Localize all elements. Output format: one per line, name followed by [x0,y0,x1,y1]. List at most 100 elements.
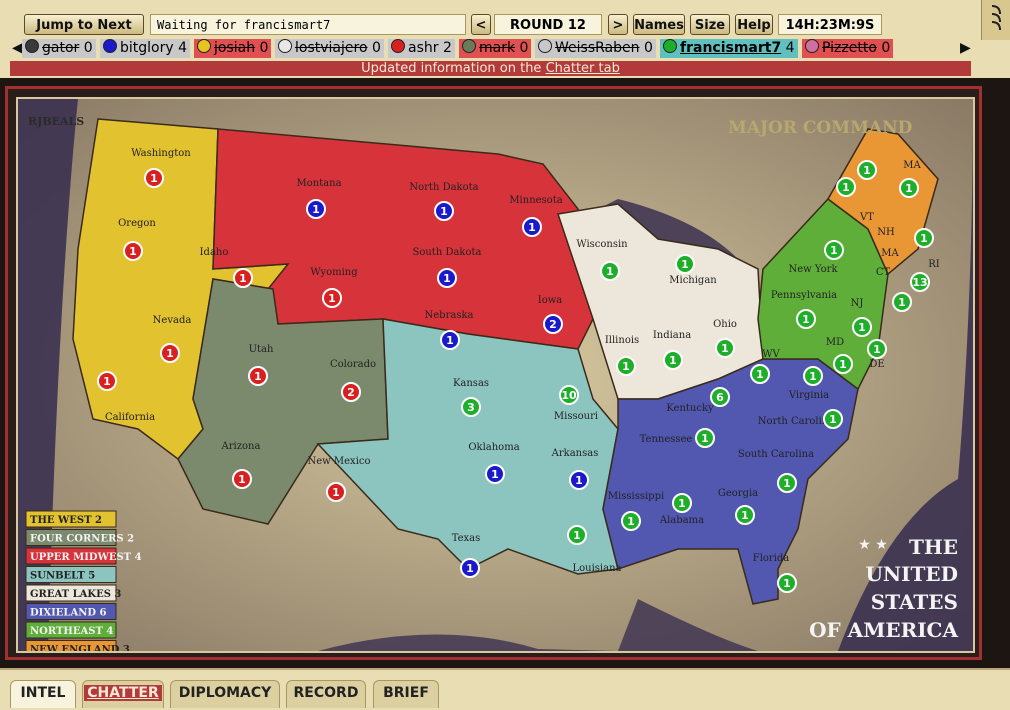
army-marker-ma[interactable]: 1 [899,178,919,198]
army-marker-kentucky[interactable]: 6 [710,387,730,407]
player-lostviajero[interactable]: lostviajero 0 [275,39,384,58]
army-marker-california[interactable]: 1 [97,371,117,391]
army-count: 1 [783,577,791,590]
army-marker-de[interactable]: 1 [867,339,887,359]
player-josiah[interactable]: josiah 0 [194,39,272,58]
army-marker-wv[interactable]: 1 [750,364,770,384]
scroll-players-right-icon[interactable]: ▶ [960,40,971,56]
army-marker-vt[interactable]: 1 [836,177,856,197]
legend-label: NEW ENGLAND 3 [30,645,130,652]
army-marker-texas[interactable]: 1 [460,558,480,578]
tab-diplomacy[interactable]: DIPLOMACY [170,680,280,708]
player-name: francismart7 [680,40,782,56]
army-marker-virginia[interactable]: 1 [803,366,823,386]
army-marker-north-dakota[interactable]: 1 [434,201,454,221]
army-marker-new-mexico[interactable]: 1 [326,482,346,502]
jump-to-next-button[interactable]: Jump to Next [24,14,144,35]
names-button[interactable]: Names [633,14,685,35]
army-marker-kansas[interactable]: 3 [461,397,481,417]
territory-label-ma: MA [881,248,899,259]
army-marker-nh[interactable]: 1 [857,160,877,180]
territory-label-oklahoma: Oklahoma [468,442,519,453]
army-marker-indiana[interactable]: 1 [663,350,683,370]
army-marker-idaho[interactable]: 1 [233,268,253,288]
army-marker-florida[interactable]: 1 [777,573,797,593]
legend-label: NORTHEAST 4 [30,626,113,637]
round-indicator: ROUND 12 [494,14,602,35]
player-gator[interactable]: gator 0 [22,39,96,58]
player-ashr[interactable]: ashr 2 [388,39,455,58]
territory-label-virginia: Virginia [788,390,829,401]
player-bitglory[interactable]: bitglory 4 [100,39,191,58]
army-marker-south-dakota[interactable]: 1 [437,268,457,288]
player-weissraben[interactable]: WeissRaben 0 [535,39,656,58]
player-mark[interactable]: mark 0 [459,39,532,58]
army-count: 1 [809,370,817,383]
size-button[interactable]: Size [690,14,730,35]
map-frame: Washington Oregon Idaho Nevada California Mon… [5,86,982,660]
army-marker-south-carolina[interactable]: 1 [777,473,797,493]
army-marker-ri[interactable]: 13 [910,272,930,292]
player-color-icon [462,39,476,53]
army-marker-north-carolina[interactable]: 1 [823,409,843,429]
army-marker-ohio[interactable]: 1 [715,338,735,358]
army-marker-arizona[interactable]: 1 [232,469,252,489]
army-count: 1 [905,182,913,195]
army-marker-georgia[interactable]: 1 [735,505,755,525]
tab-brief[interactable]: BRIEF [373,680,439,708]
army-marker-arkansas[interactable]: 1 [569,470,589,490]
info-banner: Updated information on the Chatter tab [10,61,971,76]
army-count: 1 [701,432,709,445]
army-marker-missouri[interactable]: 10 [559,385,579,405]
territory-label-north-carolina: North Carolina [758,416,834,427]
territory-label-idaho: Idaho [200,247,229,258]
army-marker-michigan[interactable]: 1 [675,254,695,274]
army-marker-ct[interactable]: 1 [892,292,912,312]
chatter-tab-link[interactable]: Chatter tab [546,61,620,76]
army-marker-washington[interactable]: 1 [144,168,164,188]
tab-intel[interactable]: INTEL [10,680,76,708]
army-marker-oklahoma[interactable]: 1 [485,464,505,484]
next-round-button[interactable]: > [608,14,628,35]
legend-label: DIXIELAND 6 [30,608,106,619]
collapse-handle[interactable] [981,0,1010,40]
territory-label-arizona: Arizona [221,441,261,452]
tab-chatter[interactable]: CHATTER [82,680,164,708]
player-name: ashr [408,40,439,56]
army-count: 1 [842,181,850,194]
player-francismart7[interactable]: francismart7 4 [660,39,798,58]
army-marker-alabama[interactable]: 1 [672,493,692,513]
army-marker-pennsylvania[interactable]: 1 [796,309,816,329]
player-color-icon [25,39,39,53]
army-marker-montana[interactable]: 1 [306,199,326,219]
army-count: 1 [238,473,246,486]
army-marker-nevada[interactable]: 1 [160,343,180,363]
army-marker-md[interactable]: 1 [833,354,853,374]
army-marker-iowa[interactable]: 2 [543,314,563,334]
army-marker-mississippi[interactable]: 1 [621,511,641,531]
player-pizzetto[interactable]: Pizzetto 0 [802,39,894,58]
player-territory-count: 0 [876,40,891,56]
army-count: 1 [920,232,928,245]
army-marker-wisconsin[interactable]: 1 [600,261,620,281]
army-marker-nebraska[interactable]: 1 [440,330,460,350]
army-count: 2 [347,386,355,399]
army-marker-minnesota[interactable]: 1 [522,217,542,237]
army-marker-colorado[interactable]: 2 [341,382,361,402]
help-button[interactable]: Help [735,14,773,35]
player-territory-count: 0 [367,40,381,56]
army-marker-utah[interactable]: 1 [248,366,268,386]
army-marker-louisiana[interactable]: 1 [567,525,587,545]
army-marker-ma[interactable]: 1 [914,228,934,248]
territory-label-minnesota: Minnesota [509,195,562,206]
army-marker-new-york[interactable]: 1 [824,240,844,260]
tab-record[interactable]: RECORD [286,680,366,708]
army-marker-tennessee[interactable]: 1 [695,428,715,448]
army-marker-oregon[interactable]: 1 [123,241,143,261]
army-count: 1 [129,245,137,258]
territory-label-california: California [105,412,155,423]
army-marker-illinois[interactable]: 1 [616,356,636,376]
army-marker-wyoming[interactable]: 1 [322,288,342,308]
army-marker-nj[interactable]: 1 [852,317,872,337]
previous-round-button[interactable]: < [471,14,491,35]
